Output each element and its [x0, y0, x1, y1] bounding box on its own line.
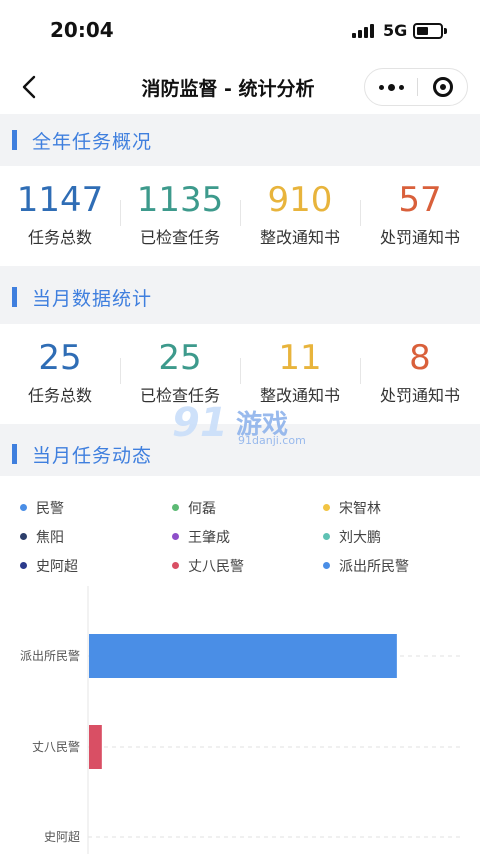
monthly-section-title: 当月数据统计 — [32, 288, 153, 310]
stat-total-tasks[interactable]: 1147 任务总数 — [0, 166, 120, 266]
network-label: 5G — [383, 21, 408, 40]
back-button[interactable] — [14, 70, 48, 104]
section-marker — [12, 287, 17, 307]
stat-penalty-notices[interactable]: 57 处罚通知书 — [360, 166, 480, 266]
stat-label: 处罚通知书 — [379, 386, 460, 405]
stat-label: 任务总数 — [27, 228, 92, 247]
stat-label: 任务总数 — [27, 386, 92, 405]
battery-icon — [413, 23, 447, 39]
more-button[interactable] — [365, 69, 417, 105]
stat-value: 8 — [409, 338, 431, 378]
more-dots-icon — [379, 85, 384, 90]
close-button[interactable] — [418, 69, 468, 105]
stat-value: 25 — [158, 338, 202, 378]
stat-value: 57 — [398, 180, 442, 220]
watermark-logo: 91 游戏 91danji.com — [172, 400, 306, 447]
bar-派出所民警[interactable] — [89, 634, 397, 678]
section-marker — [12, 444, 17, 464]
stat-value: 1135 — [136, 180, 224, 220]
stat-label: 已检查任务 — [139, 228, 220, 247]
chevron-left-icon — [22, 75, 36, 99]
category-label: 丈八民警 — [32, 739, 80, 754]
stat-value: 1147 — [16, 180, 104, 220]
stat-label: 处罚通知书 — [379, 228, 460, 247]
stat-value: 25 — [38, 338, 82, 378]
category-label: 史阿超 — [44, 829, 80, 844]
stat-checked-tasks[interactable]: 1135 已检查任务 — [120, 166, 240, 266]
annual-section-title: 全年任务概况 — [32, 131, 153, 153]
section-marker — [12, 130, 17, 150]
signal-icon — [352, 24, 376, 38]
annual-stats-card: 1147 任务总数 1135 已检查任务 910 整改通知书 57 处罚通知书 — [0, 166, 480, 266]
task-dynamics-chart-card: 民警 何磊 宋智林 焦阳 王肇成 刘大鹏 史阿超 丈八民警 派出所民警 派出所民警 丈八民警 史阿超 — [0, 476, 480, 854]
stat-total-tasks[interactable]: 25 任务总数 — [0, 324, 120, 424]
dynamics-section-title: 当月任务动态 — [32, 445, 153, 467]
bar-丈八民警[interactable] — [89, 725, 102, 769]
stat-value: 910 — [267, 180, 333, 220]
status-time: 20:04 — [50, 18, 114, 42]
annual-section-header: 全年任务概况 — [0, 116, 480, 164]
stat-penalty-notices[interactable]: 8 处罚通知书 — [360, 324, 480, 424]
nav-bar: 消防监督 - 统计分析 — [0, 60, 480, 114]
status-bar: 20:04 5G — [0, 0, 480, 60]
miniprogram-capsule — [364, 68, 468, 106]
page-title: 消防监督 - 统计分析 — [141, 78, 315, 100]
stat-rectify-notices[interactable]: 910 整改通知书 — [240, 166, 360, 266]
monthly-section-header: 当月数据统计 — [0, 273, 480, 321]
stat-label: 整改通知书 — [259, 228, 340, 247]
category-label: 派出所民警 — [20, 648, 80, 663]
bar-chart: 派出所民警丈八民警史阿超 — [20, 586, 460, 854]
stat-value: 11 — [278, 338, 322, 378]
